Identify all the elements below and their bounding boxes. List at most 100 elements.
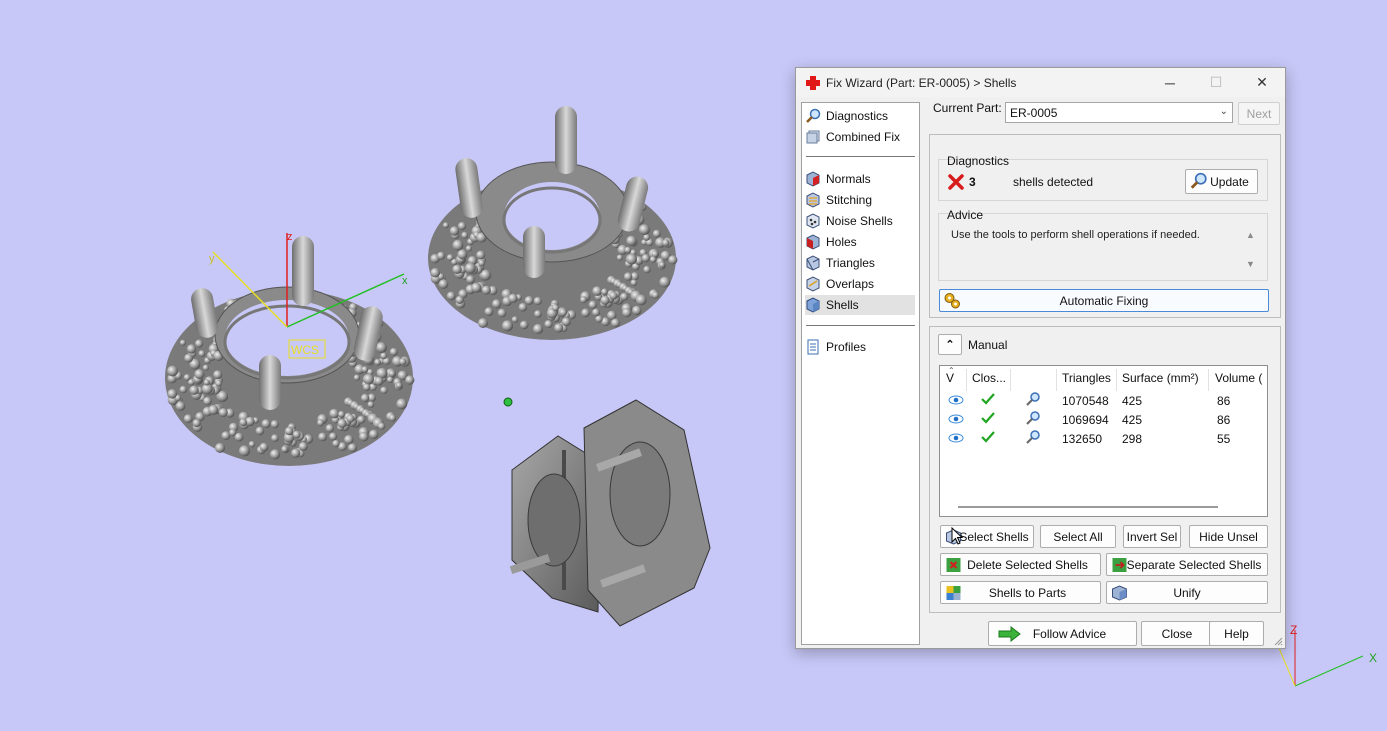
magnifier-icon	[1190, 172, 1207, 189]
zoom-to-shell-icon[interactable]	[1025, 429, 1041, 445]
next-button[interactable]: Next	[1238, 102, 1280, 125]
fix-wizard-cross-icon	[806, 75, 820, 90]
dialog-title: Fix Wizard (Part: ER-0005) > Shells	[826, 75, 1017, 90]
bead	[270, 449, 281, 460]
bead	[376, 342, 387, 353]
bead	[175, 401, 186, 411]
unify-label: Unify	[1173, 585, 1201, 600]
wcs-y-label: y	[209, 253, 215, 265]
check-icon	[981, 431, 995, 443]
delete-selected-shells-button[interactable]: Delete Selected Shells	[940, 553, 1101, 576]
nav-item-normals[interactable]: Normals	[805, 169, 915, 189]
bead	[183, 374, 191, 381]
collapse-manual-button[interactable]: ⌃	[938, 334, 962, 355]
hide-unselected-button[interactable]: Hide Unsel	[1189, 525, 1268, 548]
nav-item-shells[interactable]: Shells	[805, 295, 915, 315]
chevron-down-icon: ⌄	[1219, 106, 1228, 117]
zoom-to-shell-icon[interactable]	[1025, 410, 1041, 426]
bead	[484, 307, 494, 316]
close-button[interactable]: Close	[1141, 621, 1213, 646]
nav-item-combined-fix[interactable]: Combined Fix	[805, 127, 915, 147]
profiles-icon	[807, 339, 819, 355]
nav-label-combined-fix: Combined Fix	[826, 130, 901, 144]
bead	[203, 379, 210, 386]
column-header-triangles[interactable]: Triangles	[1062, 371, 1111, 385]
bead	[630, 279, 638, 287]
bead	[248, 441, 256, 448]
bead	[292, 430, 301, 439]
scroll-up-icon[interactable]: ▲	[1246, 230, 1255, 240]
minimize-button[interactable]: ─	[1147, 68, 1193, 97]
separate-shells-icon	[1112, 558, 1127, 572]
bead	[218, 408, 228, 417]
bead	[455, 295, 464, 304]
fix-wizard-dialog: Fix Wizard (Part: ER-0005) > Shells ─ ☐ …	[795, 67, 1286, 649]
bead	[167, 389, 178, 399]
nav-divider	[806, 156, 915, 157]
nav-item-noise-shells[interactable]: Noise Shells	[805, 211, 915, 231]
eye-icon[interactable]	[948, 394, 964, 406]
bead	[388, 370, 396, 377]
bead	[662, 239, 670, 247]
nav-item-profiles[interactable]: Profiles	[805, 337, 915, 357]
select-shells-label: Select Shells	[959, 529, 1029, 544]
help-button[interactable]: Help	[1209, 621, 1264, 646]
bead	[466, 275, 475, 284]
nav-item-triangles[interactable]: Triangles	[805, 253, 915, 273]
unify-icon	[1112, 585, 1127, 601]
bead	[378, 422, 386, 430]
unify-button[interactable]: Unify	[1106, 581, 1268, 604]
row-1-volume: 86	[1217, 394, 1231, 408]
follow-advice-button[interactable]: Follow Advice	[988, 621, 1137, 646]
eye-icon[interactable]	[948, 432, 964, 444]
column-header-volume[interactable]: Volume (	[1215, 371, 1262, 385]
bead	[298, 441, 308, 451]
row-3-triangles: 132650	[1062, 432, 1103, 446]
nav-item-overlaps[interactable]: Overlaps	[805, 274, 915, 294]
right-ring-part[interactable]	[428, 106, 678, 340]
current-part-dropdown[interactable]: ER-0005 ⌄	[1005, 102, 1233, 123]
resize-grip-icon[interactable]	[1273, 636, 1283, 646]
bead	[184, 353, 194, 363]
invert-selection-button[interactable]: Invert Sel	[1123, 525, 1181, 548]
bead	[622, 307, 632, 318]
error-x-icon	[948, 174, 964, 190]
select-all-button[interactable]: Select All	[1040, 525, 1116, 548]
bead	[581, 308, 590, 318]
dialog-titlebar[interactable]: Fix Wizard (Part: ER-0005) > Shells ─ ☐ …	[796, 68, 1285, 97]
bead	[652, 229, 661, 238]
bead	[357, 415, 366, 424]
bead	[580, 296, 587, 304]
lattice-part[interactable]	[509, 399, 711, 627]
automatic-fixing-button[interactable]: Automatic Fixing	[939, 289, 1269, 312]
bead	[192, 419, 201, 428]
update-label: Update	[1210, 174, 1249, 189]
wcs-label: WCS	[291, 343, 319, 357]
left-ring-part[interactable]	[165, 236, 415, 466]
eye-icon[interactable]	[948, 413, 964, 425]
nav-item-holes[interactable]: Holes	[805, 232, 915, 252]
nav-item-stitching[interactable]: Stitching	[805, 190, 915, 210]
bead	[338, 410, 345, 418]
shells-status-panel: Diagnostics 3 shells detected Update Adv…	[929, 134, 1281, 318]
column-header-surface[interactable]: Surface (mm²)	[1122, 371, 1199, 385]
bead	[511, 316, 519, 323]
scroll-down-icon[interactable]: ▼	[1246, 259, 1255, 269]
separate-selected-shells-button[interactable]: Separate Selected Shells	[1106, 553, 1268, 576]
bead	[388, 414, 397, 422]
bead	[659, 276, 671, 288]
zoom-to-shell-icon[interactable]	[1025, 391, 1041, 407]
maximize-button[interactable]: ☐	[1193, 68, 1239, 97]
close-window-button[interactable]: ✕	[1239, 68, 1285, 97]
nav-label-normals: Normals	[826, 172, 871, 186]
nav-item-diagnostics[interactable]: Diagnostics	[805, 106, 915, 126]
update-button[interactable]: Update	[1185, 169, 1258, 194]
horizontal-scrollbar[interactable]	[958, 506, 1218, 508]
row-2-volume: 86	[1217, 413, 1231, 427]
bead	[389, 347, 398, 356]
bead	[457, 249, 468, 260]
bead	[353, 374, 360, 381]
shells-to-parts-button[interactable]: Shells to Parts	[940, 581, 1101, 604]
column-header-closed[interactable]: Clos...	[972, 371, 1006, 385]
bead	[203, 396, 212, 406]
